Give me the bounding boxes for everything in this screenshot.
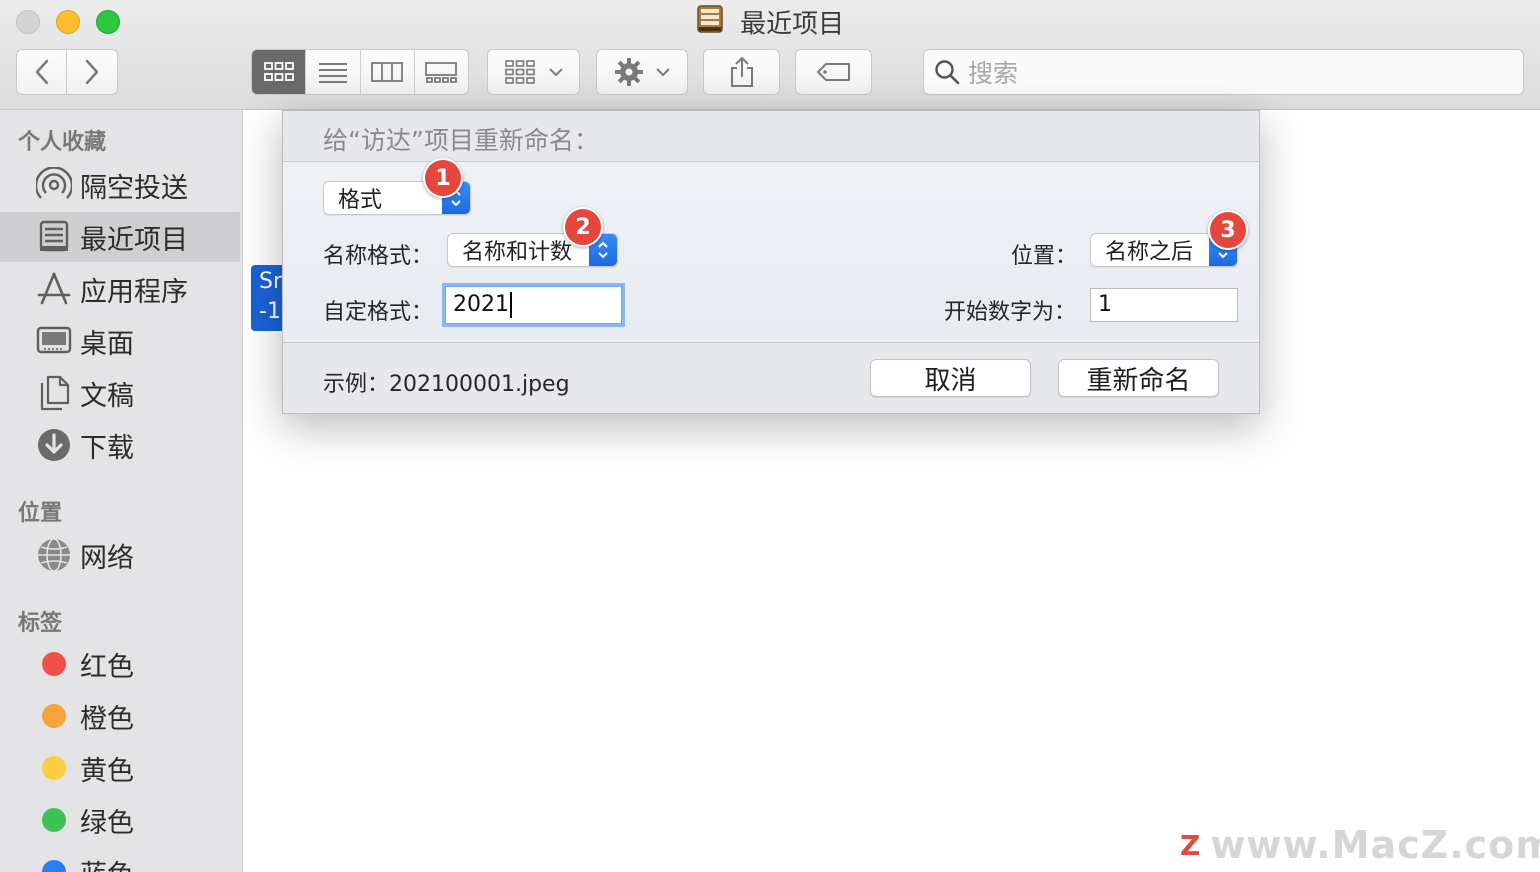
share-icon bbox=[730, 56, 753, 87]
sidebar-item-label: 隔空投送 bbox=[80, 172, 188, 204]
forward-button[interactable] bbox=[67, 49, 118, 95]
list-view-button[interactable] bbox=[305, 50, 360, 94]
edit-tags-button[interactable] bbox=[795, 49, 872, 95]
sidebar-item-label: 橙色 bbox=[80, 703, 134, 735]
sidebar: 个人收藏 隔空投送 最近项目 应用程序 桌面 文稿 下载 位置 网络 标签 红色… bbox=[0, 110, 243, 872]
chevron-down-icon bbox=[548, 68, 563, 77]
sidebar-item-label: 黄色 bbox=[80, 755, 134, 787]
sidebar-item-label: 文稿 bbox=[80, 380, 134, 412]
sidebar-item-label: 最近项目 bbox=[80, 224, 188, 256]
name-format-label: 名称格式： bbox=[323, 244, 434, 269]
sidebar-tag-green[interactable]: 绿色 bbox=[0, 795, 240, 845]
position-value: 名称之后 bbox=[1105, 240, 1194, 265]
search-field[interactable]: 搜索 bbox=[923, 49, 1524, 95]
recents-icon bbox=[696, 4, 724, 45]
columns-icon bbox=[371, 62, 404, 82]
watermark: Z www.MacZ.com bbox=[1180, 820, 1540, 870]
sidebar-item-label: 网络 bbox=[80, 542, 134, 574]
position-label: 位置： bbox=[1011, 244, 1078, 269]
list-icon bbox=[318, 63, 347, 83]
group-by-button[interactable] bbox=[487, 49, 580, 95]
watermark-text: www.MacZ.com bbox=[1210, 823, 1540, 867]
sidebar-tag-red[interactable]: 红色 bbox=[0, 639, 240, 689]
green-tag-dot-icon bbox=[42, 808, 66, 832]
red-tag-dot-icon bbox=[42, 652, 66, 676]
start-number-label: 开始数字为： bbox=[944, 300, 1077, 325]
search-icon bbox=[935, 60, 960, 85]
search-placeholder: 搜索 bbox=[968, 59, 1019, 88]
tags-header: 标签 bbox=[18, 611, 63, 636]
custom-format-label: 自定格式： bbox=[323, 300, 434, 325]
recents-icon bbox=[36, 219, 72, 255]
example-value: 202100001.jpeg bbox=[389, 372, 570, 397]
chevron-down-icon bbox=[656, 68, 670, 77]
sidebar-item-recents[interactable]: 最近项目 bbox=[0, 212, 240, 262]
sidebar-item-label: 下载 bbox=[80, 432, 134, 464]
icon-grid-icon bbox=[263, 62, 294, 81]
applications-icon bbox=[36, 271, 72, 307]
example-label-text: 示例： bbox=[323, 372, 390, 397]
blue-tag-dot-icon bbox=[42, 860, 66, 872]
text-caret bbox=[510, 292, 512, 318]
sidebar-tag-yellow[interactable]: 黄色 bbox=[0, 743, 240, 793]
tag-icon bbox=[816, 63, 850, 81]
sidebar-item-applications[interactable]: 应用程序 bbox=[0, 264, 240, 314]
icon-view-button[interactable] bbox=[252, 50, 306, 94]
view-mode-control bbox=[251, 49, 469, 95]
gallery-view-button[interactable] bbox=[413, 50, 468, 94]
orange-tag-dot-icon bbox=[42, 704, 66, 728]
watermark-logo: Z bbox=[1180, 825, 1201, 865]
custom-format-value: 2021 bbox=[453, 292, 509, 317]
share-button[interactable] bbox=[703, 49, 780, 95]
group-grid-icon bbox=[504, 60, 535, 84]
desktop-icon bbox=[36, 323, 72, 359]
action-menu-button[interactable] bbox=[596, 49, 688, 95]
sidebar-item-documents[interactable]: 文稿 bbox=[0, 368, 240, 418]
locations-header: 位置 bbox=[18, 501, 63, 526]
sidebar-item-label: 应用程序 bbox=[80, 276, 188, 308]
custom-format-input[interactable]: 2021 bbox=[445, 286, 622, 324]
sidebar-item-airdrop[interactable]: 隔空投送 bbox=[0, 160, 240, 210]
back-button[interactable] bbox=[16, 49, 67, 95]
cancel-button[interactable]: 取消 bbox=[870, 359, 1031, 397]
sidebar-item-label: 桌面 bbox=[80, 328, 134, 360]
sidebar-item-label: 蓝色 bbox=[80, 853, 134, 872]
favorites-header: 个人收藏 bbox=[18, 130, 107, 155]
sidebar-tag-blue[interactable]: 蓝色 bbox=[0, 847, 240, 872]
yellow-tag-dot-icon bbox=[42, 756, 66, 780]
rename-button[interactable]: 重新命名 bbox=[1058, 359, 1219, 397]
documents-icon bbox=[36, 375, 72, 411]
step-badge-1: 1 bbox=[423, 158, 463, 198]
step-badge-2: 2 bbox=[563, 207, 603, 247]
gallery-icon bbox=[425, 62, 458, 83]
sidebar-item-label: 红色 bbox=[80, 651, 134, 683]
window-title: 最近项目 bbox=[0, 4, 1540, 42]
sidebar-item-network[interactable]: 网络 bbox=[0, 530, 240, 580]
sidebar-item-desktop[interactable]: 桌面 bbox=[0, 316, 240, 366]
gear-icon bbox=[615, 58, 643, 86]
airdrop-icon bbox=[36, 167, 72, 203]
chevron-right-icon bbox=[85, 59, 99, 85]
divider bbox=[283, 342, 1259, 343]
column-view-button[interactable] bbox=[359, 50, 414, 94]
window-title-text: 最近项目 bbox=[740, 9, 845, 40]
sidebar-item-label: 绿色 bbox=[80, 807, 134, 839]
sidebar-tag-orange[interactable]: 橙色 bbox=[0, 691, 240, 741]
example-label: 示例：202100001.jpeg bbox=[323, 366, 570, 398]
rename-dialog: 给“访达”项目重新命名： 格式 名称格式： 名称和计数 位置： 名称之后 自定格… bbox=[282, 110, 1260, 414]
downloads-icon bbox=[36, 427, 72, 463]
network-icon bbox=[36, 537, 72, 573]
step-badge-3: 3 bbox=[1208, 210, 1248, 250]
sidebar-item-downloads[interactable]: 下载 bbox=[0, 420, 240, 470]
chevron-left-icon bbox=[35, 59, 48, 85]
toolbar: 最近项目 搜索 bbox=[0, 0, 1540, 110]
start-number-input[interactable]: 1 bbox=[1090, 288, 1238, 322]
dialog-title: 给“访达”项目重新命名： bbox=[323, 126, 599, 155]
